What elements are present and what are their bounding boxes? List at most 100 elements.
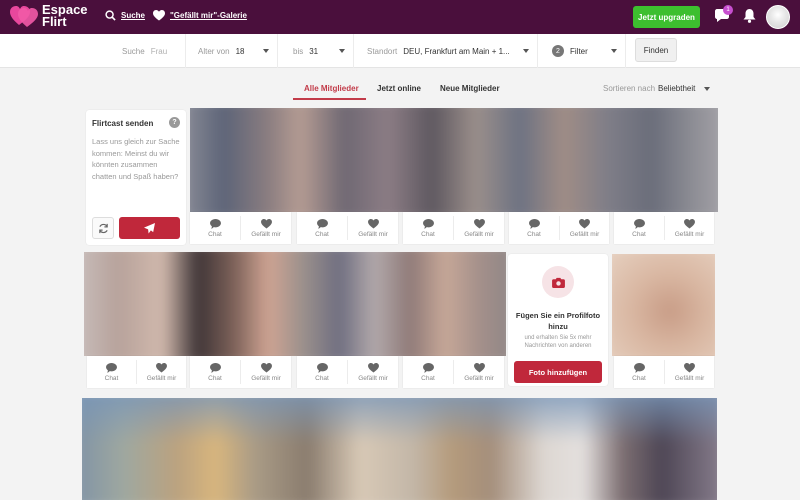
like-label: Gefällt mir <box>464 374 494 382</box>
filter-select[interactable]: 2 Filter <box>538 34 626 68</box>
chat-bubble-icon <box>316 362 328 373</box>
like-button[interactable]: Gefällt mir <box>665 212 714 244</box>
like-label: Gefällt mir <box>674 230 705 238</box>
add-profile-photo-card: Fügen Sie ein Profilfoto hinzu und erhal… <box>508 254 608 386</box>
tab-online-now[interactable]: Jetzt online <box>377 84 421 93</box>
like-button[interactable]: Gefällt mir <box>137 356 186 388</box>
chat-button[interactable]: Chat <box>614 356 664 388</box>
chat-label: Chat <box>104 374 119 382</box>
tab-all-members[interactable]: Alle Mitglieder <box>304 84 359 93</box>
profile-actions: Chat Gefällt mir <box>614 212 714 244</box>
like-button[interactable]: Gefällt mir <box>454 212 504 244</box>
heart-icon <box>153 10 165 21</box>
send-flirtcast-button[interactable] <box>119 217 180 239</box>
chat-label: Chat <box>208 230 222 238</box>
chat-bubble-icon <box>106 362 117 373</box>
location-select[interactable]: Standort DEU, Frankfurt am Main + 1... <box>354 34 538 68</box>
chat-button[interactable]: Chat <box>87 356 136 388</box>
profile-actions: Chat Gefällt mir <box>614 356 714 388</box>
like-button[interactable]: Gefällt mir <box>241 356 291 388</box>
heart-icon <box>367 218 379 229</box>
espace-flirt-logo[interactable]: Espace Flirt <box>10 2 88 29</box>
add-photo-title: Fügen Sie ein Profilfoto hinzu <box>515 311 601 331</box>
chat-bubble-icon <box>209 362 221 373</box>
chevron-down-icon <box>523 49 529 53</box>
like-button[interactable]: Gefällt mir <box>348 356 398 388</box>
chevron-down-icon <box>704 87 710 91</box>
paper-plane-icon <box>144 222 155 234</box>
age-to-select[interactable]: bis 31 <box>278 34 354 68</box>
heart-icon <box>156 362 167 373</box>
like-label: Gefällt mir <box>569 230 600 238</box>
age-from-select[interactable]: Alter von 18 <box>186 34 278 68</box>
add-photo-button[interactable]: Foto hinzufügen <box>514 361 602 383</box>
chevron-down-icon <box>263 49 269 53</box>
like-label: Gefällt mir <box>251 374 281 382</box>
like-button[interactable]: Gefällt mir <box>348 212 398 244</box>
chat-label: Chat <box>421 230 435 238</box>
gallery-link[interactable]: "Gefällt mir"-Galerie <box>153 10 247 21</box>
like-label: Gefällt mir <box>674 374 705 382</box>
chat-button[interactable]: Chat <box>297 356 347 388</box>
logo-text: Espace Flirt <box>42 2 88 29</box>
add-photo-subtitle: und erhalten Sie 5x mehr Nachrichten von… <box>524 335 592 349</box>
like-button[interactable]: Gefällt mir <box>454 356 504 388</box>
chat-button[interactable]: Chat <box>190 212 240 244</box>
tab-new-members[interactable]: Neue Mitglieder <box>440 84 500 93</box>
heart-icon <box>473 218 485 229</box>
search-field[interactable]: Suche Frau <box>0 34 186 68</box>
profile-actions: Chat Gefällt mir <box>190 356 291 388</box>
heart-icon <box>684 218 695 229</box>
chat-button[interactable]: Chat <box>509 212 559 244</box>
like-button[interactable]: Gefällt mir <box>241 212 291 244</box>
chat-label: Chat <box>527 230 541 238</box>
profile-actions: Chat Gefällt mir <box>403 212 504 244</box>
age-from-label: Alter von <box>198 46 230 56</box>
chevron-down-icon <box>339 49 345 53</box>
chat-label: Chat <box>315 374 329 382</box>
notifications-button[interactable] <box>743 9 756 28</box>
heart-icon <box>260 362 272 373</box>
profile-actions: Chat Gefällt mir <box>297 212 398 244</box>
search-field-label: Suche <box>122 46 145 56</box>
like-label: Gefällt mir <box>358 230 388 238</box>
chat-bubble-icon <box>316 218 328 229</box>
heart-icon <box>367 362 379 373</box>
profile-actions: Chat Gefällt mir <box>509 212 609 244</box>
like-button[interactable]: Gefällt mir <box>560 212 609 244</box>
chat-button[interactable]: Chat <box>403 212 453 244</box>
search-filter-bar: Suche Frau Alter von 18 bis 31 Standort … <box>0 34 800 68</box>
hearts-logo-icon <box>10 4 38 28</box>
chat-button[interactable]: Chat <box>614 212 664 244</box>
chat-bubble-icon <box>633 218 645 229</box>
chat-label: Chat <box>421 374 435 382</box>
help-icon[interactable]: ? <box>169 117 180 128</box>
flirtcast-text: Lass uns gleich zur Sache kommen: Meinst… <box>92 137 180 181</box>
filter-count-badge: 2 <box>552 45 564 57</box>
heart-icon <box>579 218 590 229</box>
search-icon <box>105 10 116 21</box>
find-button[interactable]: Finden <box>635 38 677 62</box>
filter-label: Filter <box>570 46 588 56</box>
chat-label: Chat <box>632 374 646 382</box>
sort-select[interactable]: Beliebtheit <box>658 84 695 93</box>
chat-label: Chat <box>208 374 222 382</box>
upgrade-button[interactable]: Jetzt upgraden <box>633 6 700 28</box>
avatar[interactable] <box>766 5 790 29</box>
gallery-link-label: "Gefällt mir"-Galerie <box>170 11 247 20</box>
chat-button[interactable]: Chat <box>190 356 240 388</box>
refresh-button[interactable] <box>92 217 114 239</box>
profile-photo-strip-row3 <box>82 398 717 500</box>
like-button[interactable]: Gefällt mir <box>665 356 714 388</box>
search-link-label: Suche <box>121 11 146 20</box>
chat-button[interactable]: Chat <box>403 356 453 388</box>
active-tab-indicator <box>293 98 366 100</box>
chat-button[interactable]: Chat <box>297 212 347 244</box>
location-label: Standort <box>367 46 398 56</box>
flirtcast-title: Flirtcast senden <box>92 119 154 128</box>
message-count-badge: 1 <box>723 5 733 15</box>
chat-bubble-icon <box>209 218 221 229</box>
profile-photo-row2-last <box>612 254 715 356</box>
profile-photo-strip-row2 <box>84 252 506 356</box>
search-link[interactable]: Suche <box>105 10 145 21</box>
